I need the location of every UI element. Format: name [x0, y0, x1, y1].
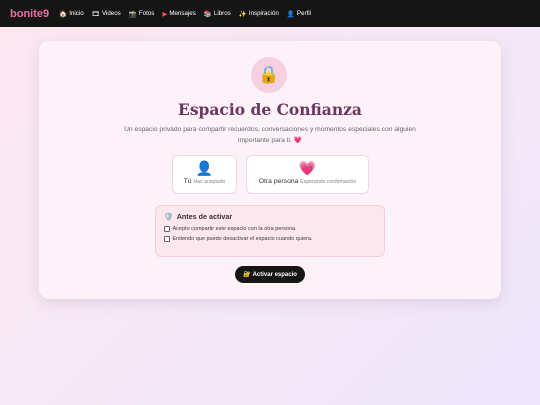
terms-title: Antes de activar — [176, 212, 233, 221]
nav-item-label: Inicio — [69, 10, 84, 17]
trust-space-card: 🔒 Espacio de Confianza Un espacio privad… — [39, 41, 501, 299]
nav-item-videos[interactable]: 🎞 Videos — [92, 10, 121, 18]
activate-space-button[interactable]: 🔐 Activar espacio — [235, 266, 305, 283]
heart-icon: 💗 — [298, 160, 317, 176]
nav-item-inicio[interactable]: 🏠 Inicio — [59, 10, 84, 18]
participant-card-other: 💗 Otra persona Esperando confirmación — [246, 155, 369, 194]
user-icon: 👤 — [195, 160, 214, 176]
nav-item-label: Videos — [101, 10, 121, 17]
sparkles-icon: ✨ — [238, 10, 247, 18]
page-subtitle: Un espacio privado para compartir recuer… — [119, 124, 421, 146]
nav-item-mensajes[interactable]: ▶ Mensajes — [162, 10, 195, 18]
nav-item-fotos[interactable]: 📸 Fotos — [129, 10, 155, 18]
participant-name: Tú — [183, 178, 192, 185]
page-title: Espacio de Confianza — [178, 100, 362, 119]
nav-item-label: Inspiración — [248, 10, 279, 17]
nav-item-inspiracion[interactable]: ✨ Inspiración — [239, 10, 279, 18]
terms-item-share[interactable]: Acepto compartir este espacio con la otr… — [164, 226, 376, 232]
terms-heading: 🛡️ Antes de activar — [164, 212, 376, 221]
nav-item-label: Libros — [213, 10, 231, 17]
top-navbar: bonite9 🏠 Inicio 🎞 Videos 📸 Fotos ▶ Mens… — [0, 0, 540, 27]
user-icon: 👤 — [286, 10, 295, 18]
checkbox[interactable] — [164, 236, 170, 242]
participant-status: Esperando confirmación — [300, 179, 357, 185]
books-icon: 📚 — [203, 10, 212, 18]
checkbox-label: Entiendo que puedo desactivar el espacio… — [172, 236, 313, 242]
film-icon: 🎞 — [91, 10, 100, 18]
checkbox-label: Acepto compartir este espacio con la otr… — [172, 226, 297, 232]
nav-item-label: Perfil — [296, 10, 311, 17]
lock-key-icon: 🔐 — [243, 272, 251, 278]
home-icon: 🏠 — [59, 10, 68, 18]
heart-icon: 💗 — [293, 137, 303, 144]
participant-status: Has aceptado — [193, 179, 226, 185]
nav-item-perfil[interactable]: 👤 Perfil — [287, 10, 311, 18]
camera-icon: 📸 — [128, 10, 137, 18]
checkbox[interactable] — [164, 226, 170, 232]
nav-item-libros[interactable]: 📚 Libros — [204, 10, 231, 18]
shield-icon: 🛡️ — [164, 212, 173, 221]
lock-icon: 🔒 — [251, 57, 287, 93]
nav-item-label: Mensajes — [169, 10, 196, 17]
terms-box: 🛡️ Antes de activar Acepto compartir est… — [155, 205, 385, 257]
subtitle-text: Un espacio privado para compartir recuer… — [124, 126, 416, 144]
play-icon: ▶ — [162, 10, 168, 18]
participant-name: Otra persona — [258, 178, 299, 185]
nav-item-label: Fotos — [138, 10, 155, 17]
participant-card-you: 👤 Tú Has aceptado — [172, 155, 237, 194]
terms-item-deactivate[interactable]: Entiendo que puedo desactivar el espacio… — [164, 236, 376, 242]
button-label: Activar espacio — [252, 271, 297, 278]
brand-logo[interactable]: bonite9 — [10, 8, 49, 20]
